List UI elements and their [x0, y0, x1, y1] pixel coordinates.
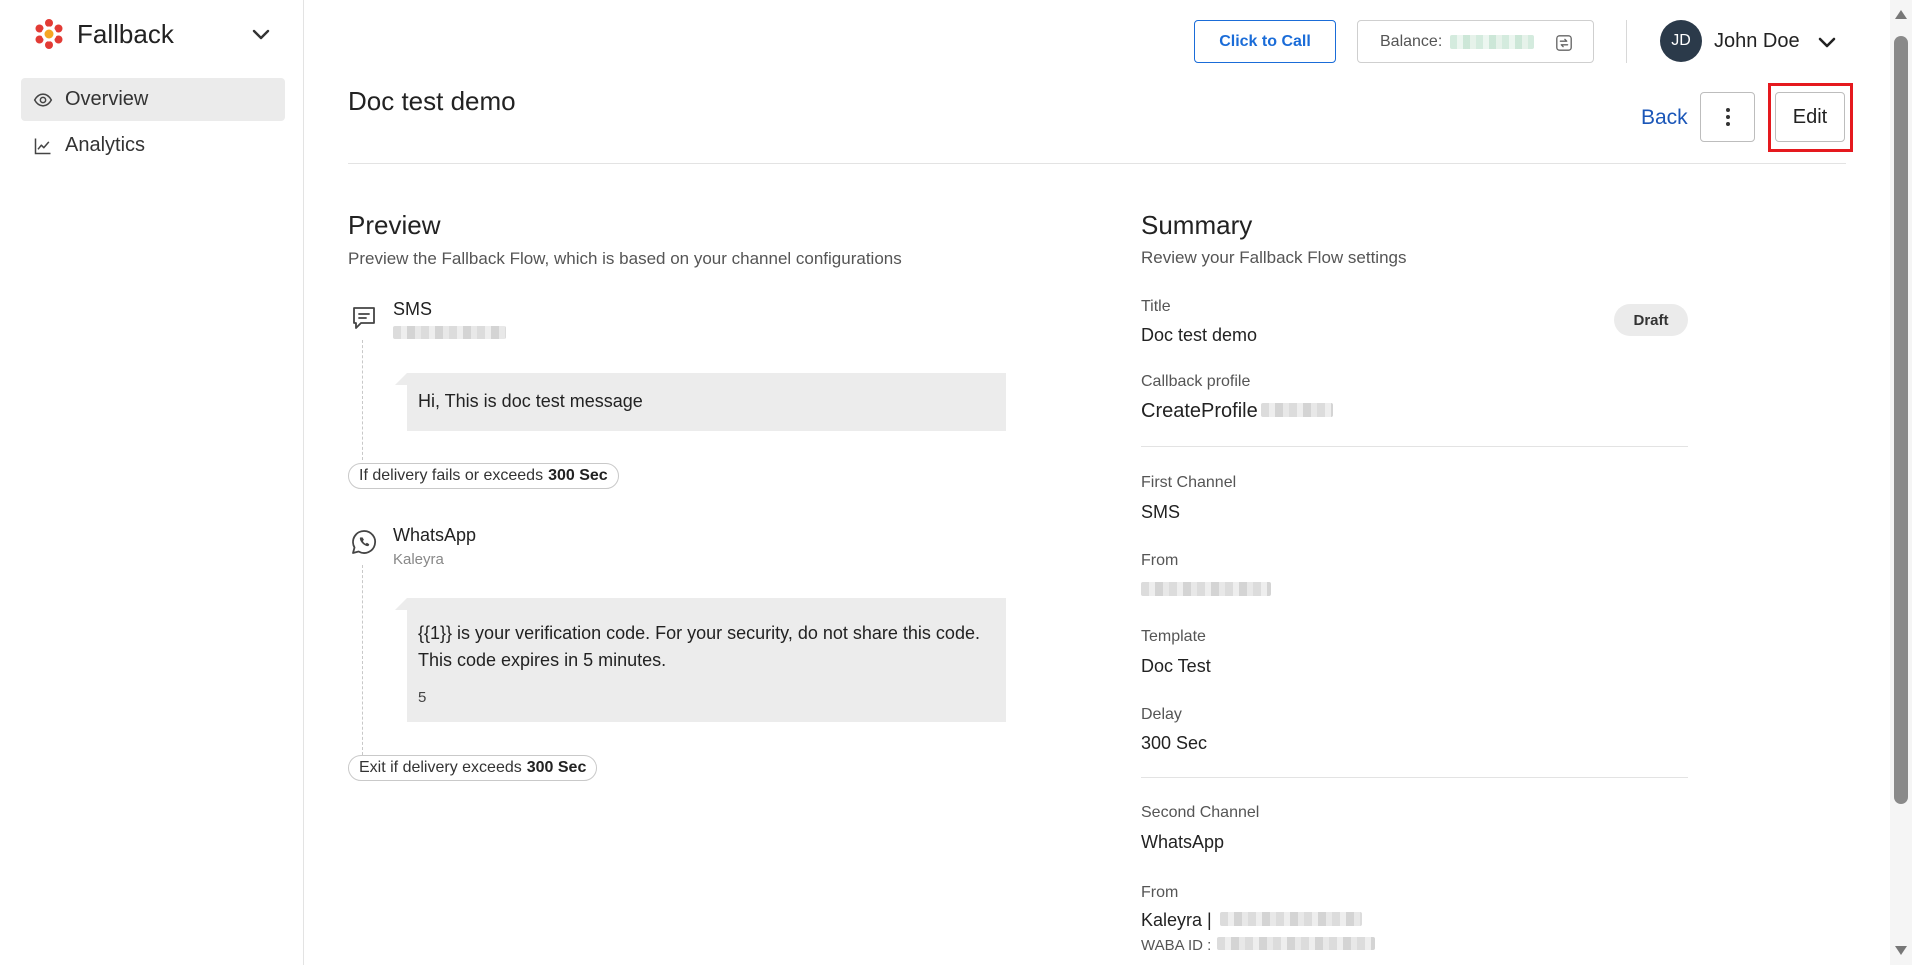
scroll-thumb[interactable] [1894, 36, 1908, 804]
waba-id-label: WABA ID : [1141, 937, 1212, 954]
avatar[interactable]: JD [1660, 20, 1702, 62]
delay-label: Delay [1141, 706, 1182, 723]
app-name: Fallback [77, 18, 174, 49]
from-label: From [1141, 884, 1179, 901]
balance-value-redacted [1450, 34, 1535, 49]
chevron-down-icon[interactable] [249, 22, 273, 46]
timeline-connector [362, 340, 363, 460]
title-divider [348, 163, 1846, 164]
scroll-down-arrow-icon[interactable] [1895, 946, 1907, 955]
timeline-connector [362, 565, 363, 755]
page-title: Doc test demo [348, 86, 516, 116]
balance-label: Balance: [1380, 32, 1443, 50]
summary-title-value: Doc test demo [1141, 325, 1258, 345]
sms-message-bubble: Hi, This is doc test message [407, 373, 1006, 431]
first-channel-label: First Channel [1141, 474, 1237, 491]
message-icon [353, 307, 375, 329]
second-channel-label: Second Channel [1141, 804, 1260, 821]
page-scrollbar[interactable] [1890, 0, 1912, 965]
header-divider [1626, 20, 1627, 63]
exit-condition-value: 300 Sec [526, 759, 587, 776]
fallback-logo-icon [35, 19, 63, 49]
waba-id: WABA ID : [1141, 937, 1376, 954]
line-chart-icon [34, 138, 51, 154]
sidebar: Fallback Overview Analytics [0, 0, 304, 965]
eye-icon [33, 92, 53, 107]
from2-text: Kaleyra | [1141, 910, 1212, 930]
from2-value-redacted [1219, 912, 1362, 926]
balance-display: Balance: [1357, 20, 1594, 63]
user-name[interactable]: John Doe [1714, 30, 1800, 53]
sidebar-nav: Overview Analytics [21, 78, 285, 170]
summary-title: Summary [1141, 210, 1253, 240]
preview-title: Preview [348, 210, 441, 240]
whatsapp-message-line: {{1}} is your verification code. For you… [418, 623, 980, 643]
template-label: Template [1141, 628, 1206, 645]
more-options-button[interactable] [1700, 92, 1755, 142]
whatsapp-message-bubble: {{1}} is your verification code. For you… [407, 598, 1006, 722]
status-badge: Draft [1614, 304, 1688, 336]
from2-value: Kaleyra | [1141, 910, 1362, 931]
whatsapp-message-footer: 5 [418, 689, 427, 706]
summary-subtitle: Review your Fallback Flow settings [1141, 248, 1407, 267]
first-channel-value: SMS [1141, 502, 1181, 522]
exit-condition-text: Exit if delivery exceeds [359, 759, 522, 776]
sidebar-item-label: Analytics [65, 134, 146, 156]
from-label: From [1141, 552, 1179, 569]
app-switcher[interactable]: Fallback [33, 16, 273, 52]
preview-subtitle: Preview the Fallback Flow, which is base… [348, 249, 902, 268]
delay-value: 300 Sec [1141, 733, 1208, 753]
chevron-down-icon[interactable] [1815, 30, 1839, 54]
exit-condition-pill: Exit if delivery exceeds 300 Sec [348, 755, 598, 781]
sidebar-item-label: Overview [65, 88, 149, 110]
summary-divider [1141, 446, 1688, 447]
template-value: Doc Test [1141, 656, 1211, 676]
from-value-redacted [1141, 582, 1271, 596]
sms-message-text: Hi, This is doc test message [418, 391, 643, 411]
callback-profile-redacted [1260, 403, 1333, 417]
summary-divider [1141, 777, 1688, 778]
click-to-call-button[interactable]: Click to Call [1194, 20, 1336, 63]
bubble-tail [395, 373, 407, 385]
more-vertical-icon [1725, 108, 1730, 126]
whatsapp-icon [352, 530, 376, 554]
fallback-condition-text: If delivery fails or exceeds [359, 467, 544, 484]
fallback-condition-value: 300 Sec [548, 467, 608, 484]
sms-sender-redacted [393, 326, 506, 339]
scroll-up-arrow-icon[interactable] [1895, 10, 1907, 19]
refresh-icon[interactable] [1555, 34, 1573, 52]
whatsapp-sender: Kaleyra [393, 551, 444, 568]
sidebar-item-analytics[interactable]: Analytics [21, 124, 285, 167]
channel-name-whatsapp: WhatsApp [393, 525, 477, 545]
callback-profile-value: CreateProfile [1141, 400, 1333, 423]
bubble-tail [395, 598, 407, 610]
callback-profile-text: CreateProfile [1141, 400, 1258, 422]
fallback-condition-pill: If delivery fails or exceeds 300 Sec [348, 463, 619, 489]
second-channel-value: WhatsApp [1141, 832, 1225, 852]
sidebar-item-overview[interactable]: Overview [21, 78, 285, 121]
channel-name-sms: SMS [393, 299, 433, 319]
summary-title-label: Title [1141, 298, 1171, 315]
waba-id-redacted [1217, 937, 1376, 950]
callback-profile-label: Callback profile [1141, 373, 1251, 390]
whatsapp-message-line: This code expires in 5 minutes. [418, 650, 667, 670]
back-link[interactable]: Back [1641, 106, 1688, 130]
edit-button[interactable]: Edit [1775, 92, 1845, 142]
